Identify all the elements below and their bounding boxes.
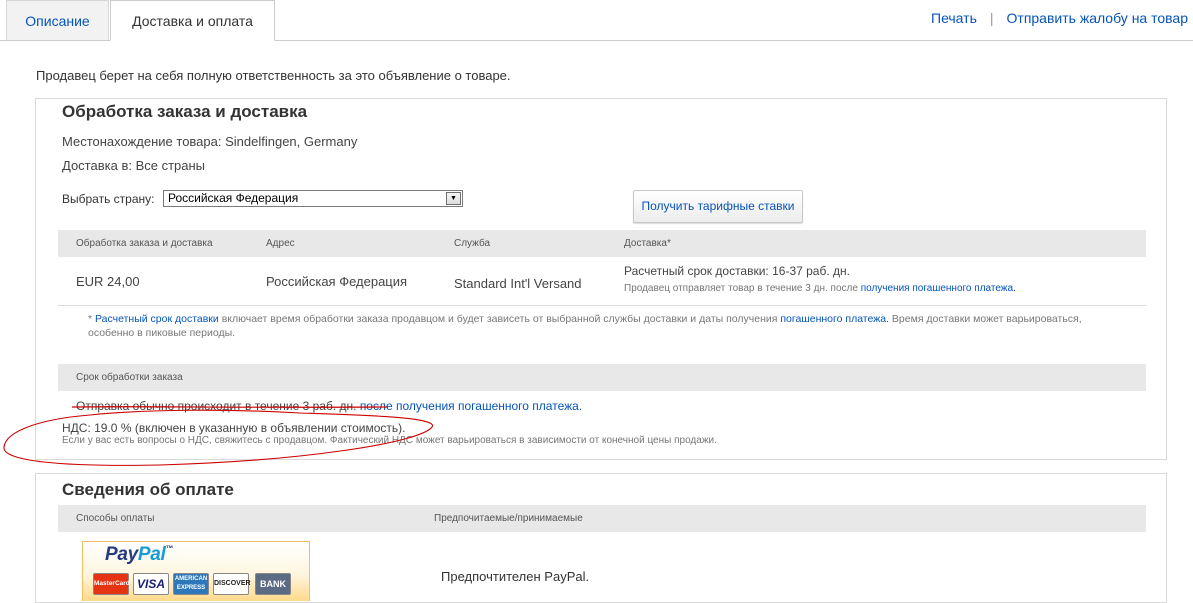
col-header-service: Служба bbox=[454, 238, 491, 249]
print-link[interactable]: Печать bbox=[931, 10, 977, 26]
country-label: Выбрать страну: bbox=[62, 192, 155, 206]
row-divider bbox=[58, 305, 1146, 306]
seller-responsibility-note: Продавец берет на себя полную ответствен… bbox=[36, 68, 511, 83]
vat-oval-annotation bbox=[3, 409, 433, 466]
amex-icon: AMERICAN EXPRESS bbox=[173, 573, 209, 595]
visa-icon: VISA bbox=[133, 573, 169, 595]
delivery-estimate: Расчетный срок доставки: 16-37 раб. дн. bbox=[624, 264, 850, 278]
col-header-cost: Обработка заказа и доставка bbox=[76, 238, 213, 249]
delivery-footnote: * Расчетный срок доставки включает время… bbox=[88, 312, 1128, 340]
discover-icon: DISCOVER bbox=[213, 573, 251, 595]
shipping-cost: EUR 24,00 bbox=[76, 274, 140, 289]
payment-table-header: Способы оплаты Предпочитаемые/принимаемы… bbox=[58, 505, 1146, 532]
payment-title: Сведения об оплате bbox=[62, 480, 234, 499]
tab-bar: Описание Доставка и оплата Печать | Отправ… bbox=[0, 0, 1193, 41]
payment-panel: Сведения об оплате Способы оплаты Предпо… bbox=[35, 473, 1167, 603]
shipping-service: Standard Int'l Versand bbox=[454, 276, 582, 291]
col-header-delivery: Доставка* bbox=[624, 238, 671, 249]
paypal-preferred-text: Предпочтителен PayPal. bbox=[441, 569, 590, 584]
ships-to: Доставка в: Все страны bbox=[62, 158, 206, 173]
dropdown-arrow-icon[interactable]: ▼ bbox=[446, 192, 461, 205]
report-item-link[interactable]: Отправить жалобу на товар bbox=[1007, 10, 1188, 26]
cleared-payment-footnote-link[interactable]: погашенного платежа. bbox=[780, 313, 889, 325]
tab-description[interactable]: Описание bbox=[6, 0, 109, 40]
delivery-sub-text: Продавец отправляет товар в течение 3 дн… bbox=[624, 283, 858, 294]
top-links: Печать | Отправить жалобу на товар bbox=[931, 10, 1188, 26]
footnote-text-1: включает время обработки заказа продавцо… bbox=[221, 313, 778, 325]
handling-header: Срок обработки заказа bbox=[58, 364, 1146, 391]
shipping-address: Российская Федерация bbox=[266, 274, 408, 289]
col-header-preferred: Предпочитаемые/принимаемые bbox=[434, 513, 583, 524]
mastercard-icon: MasterCard bbox=[93, 573, 130, 595]
handling-header-label: Срок обработки заказа bbox=[76, 372, 183, 383]
country-select[interactable]: Российская Федерация ▼ bbox=[163, 190, 463, 207]
link-separator: | bbox=[989, 10, 994, 26]
tab-shipping-payment[interactable]: Доставка и оплата bbox=[110, 0, 275, 41]
bank-icon: BANK bbox=[255, 573, 291, 595]
estimated-delivery-link[interactable]: Расчетный срок доставки bbox=[95, 313, 219, 325]
country-select-value: Российская Федерация bbox=[168, 191, 299, 205]
col-header-address: Адрес bbox=[266, 238, 295, 249]
cleared-payment-link[interactable]: получения погашенного платежа. bbox=[861, 283, 1016, 294]
col-header-methods: Способы оплаты bbox=[76, 513, 155, 524]
paypal-logo: PayPal™ bbox=[105, 544, 174, 565]
delivery-sub-note: Продавец отправляет товар в течение 3 дн… bbox=[624, 283, 1016, 294]
paypal-payment-logo: PayPal™ MasterCard VISA AMERICAN EXPRESS… bbox=[82, 541, 310, 601]
shipping-table-header: Обработка заказа и доставка Адрес Служба… bbox=[58, 230, 1146, 257]
get-rates-button[interactable]: Получить тарифные ставки bbox=[633, 190, 803, 223]
shipping-title: Обработка заказа и доставка bbox=[62, 102, 308, 121]
footnote-star: * bbox=[88, 313, 93, 325]
item-location: Местонахождение товара: Sindelfingen, Ge… bbox=[62, 134, 358, 149]
